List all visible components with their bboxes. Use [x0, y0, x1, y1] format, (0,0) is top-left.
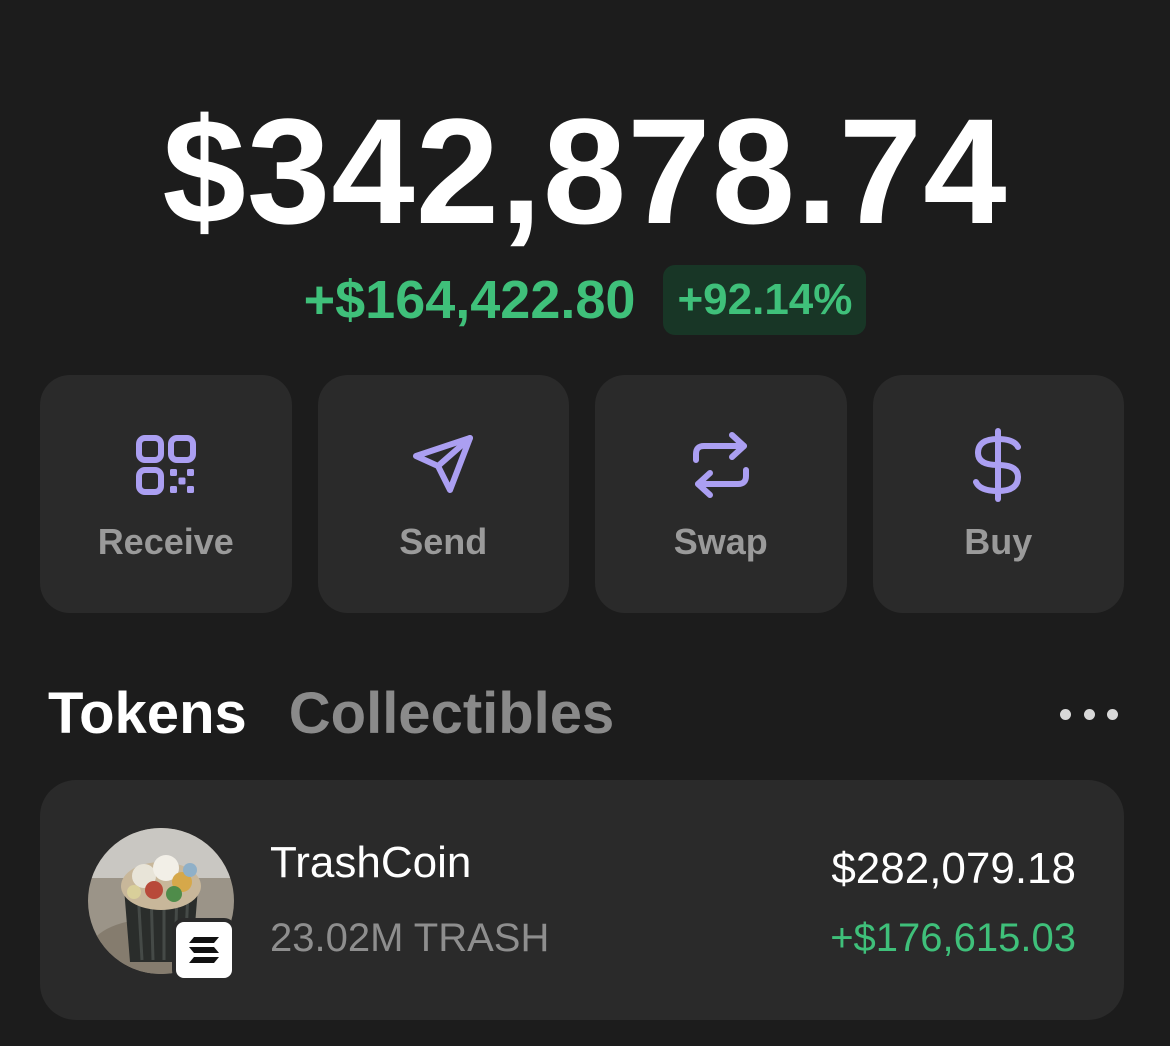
portfolio-change-row: +$164,422.80 +92.14%: [0, 262, 1170, 338]
send-icon: [403, 425, 483, 505]
portfolio-balance: $342,878.74: [162, 87, 1008, 255]
buy-label: Buy: [964, 521, 1033, 562]
swap-label: Swap: [673, 521, 768, 562]
asset-tabs: Tokens Collectibles: [48, 680, 614, 747]
receive-label: Receive: [97, 521, 234, 562]
token-amount: 23.02M TRASH: [270, 916, 550, 960]
swap-button[interactable]: Swap: [595, 375, 847, 613]
portfolio-change-percent-badge: +92.14%: [663, 265, 867, 335]
action-buttons: Receive Send Swap Buy: [40, 375, 1124, 613]
portfolio-change-amount: +$164,422.80: [303, 270, 636, 330]
solana-icon: [172, 918, 236, 982]
token-row-trashcoin[interactable]: TrashCoin 23.02M TRASH $282,079.18 +$176…: [40, 780, 1124, 1020]
swap-icon: [681, 425, 761, 505]
receive-button[interactable]: Receive: [40, 375, 292, 613]
buy-button[interactable]: Buy: [872, 375, 1124, 613]
qr-code-icon: [126, 425, 206, 505]
dollar-icon: [958, 425, 1038, 505]
tab-tokens[interactable]: Tokens: [48, 680, 247, 747]
token-name: TrashCoin: [270, 838, 472, 887]
token-value: $282,079.18: [831, 844, 1076, 893]
send-label: Send: [399, 521, 488, 562]
send-button[interactable]: Send: [317, 375, 569, 613]
more-options-icon[interactable]: [1060, 706, 1118, 722]
token-change: +$176,615.03: [830, 916, 1076, 960]
tab-collectibles[interactable]: Collectibles: [289, 680, 615, 747]
